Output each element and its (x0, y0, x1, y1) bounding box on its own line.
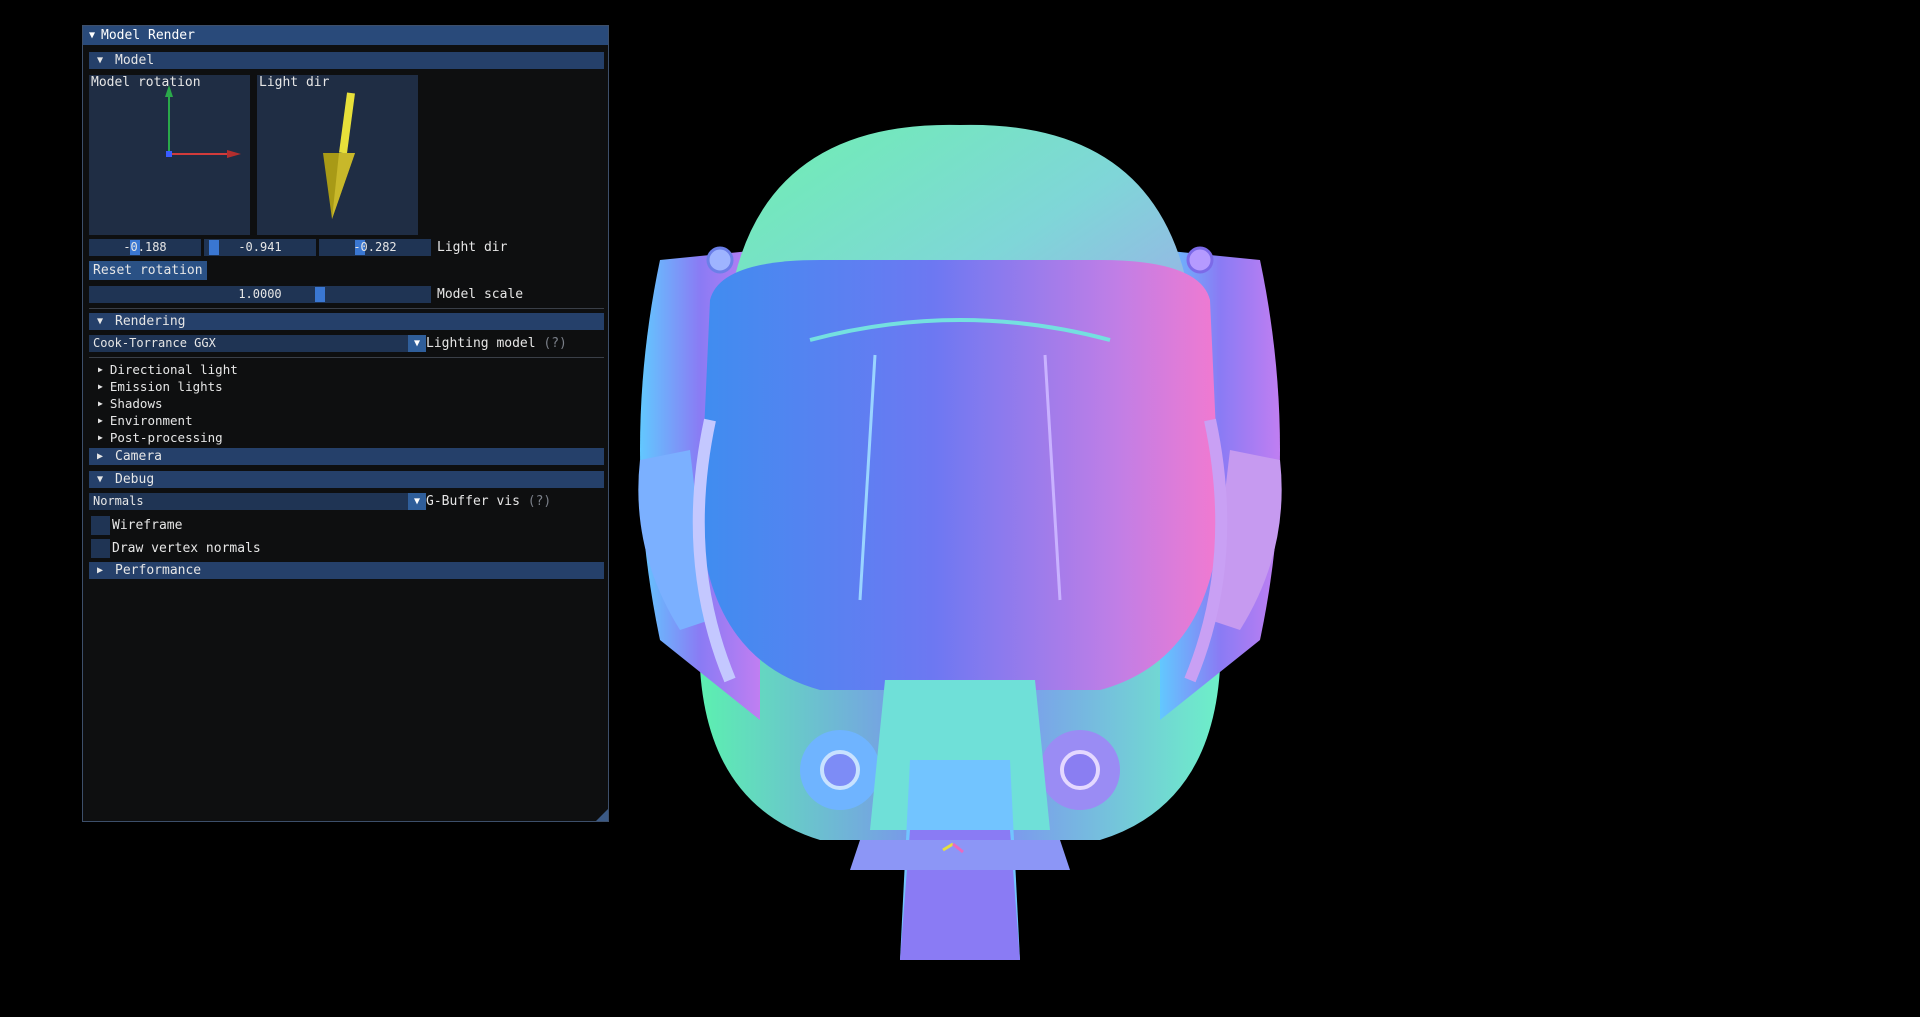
chevron-right-icon: ▶ (98, 399, 103, 408)
lighting-model-select[interactable]: Cook-Torrance GGX ▼ (89, 335, 426, 352)
slider-grab[interactable] (209, 240, 219, 255)
collapse-arrow-icon[interactable]: ▼ (89, 30, 95, 41)
gbuffer-vis-value: Normals (93, 494, 144, 508)
gbuffer-vis-select[interactable]: Normals ▼ (89, 493, 426, 510)
lighting-model-label: Lighting model (?) (426, 336, 567, 351)
section-debug-label: Debug (115, 472, 155, 487)
chevron-right-icon: ▶ (98, 433, 103, 442)
light-dir-x-value: -0.188 (123, 240, 167, 254)
chevron-right-icon: ▶ (98, 365, 103, 374)
divider (89, 357, 604, 358)
reset-rotation-button[interactable]: Reset rotation (89, 261, 207, 280)
section-model-label: Model (115, 53, 155, 68)
chevron-right-icon: ▶ (98, 382, 103, 391)
slider-grab[interactable] (315, 287, 325, 302)
light-dir-label: Light dir (437, 240, 508, 255)
model-scale-value: 1.0000 (238, 287, 282, 301)
section-camera-header[interactable]: ▶ Camera (89, 448, 604, 465)
model-scale-label: Model scale (437, 287, 524, 302)
tree-node-label: Emission lights (109, 379, 223, 394)
chevron-down-icon: ▼ (97, 474, 104, 485)
window-title: Model Render (101, 28, 195, 43)
vertex-normals-label: Draw vertex normals (112, 541, 261, 556)
help-marker[interactable]: (?) (528, 494, 551, 509)
section-model-header[interactable]: ▼ Model (89, 52, 604, 69)
section-debug-header[interactable]: ▼ Debug (89, 471, 604, 488)
chevron-right-icon: ▶ (97, 451, 104, 462)
axes-gizmo-icon (165, 85, 241, 158)
chevron-down-icon[interactable]: ▼ (408, 493, 426, 510)
gbuffer-vis-label: G-Buffer vis (?) (426, 494, 551, 509)
wireframe-checkbox[interactable] (91, 516, 110, 535)
render-viewport[interactable] (620, 100, 1300, 980)
model-rotation-gizmo[interactable]: Model rotation (89, 75, 250, 235)
model-scale-slider[interactable]: 1.0000 (89, 286, 431, 303)
light-dir-gizmo[interactable]: Light dir (257, 75, 418, 235)
chevron-down-icon[interactable]: ▼ (408, 335, 426, 352)
model-render-window[interactable]: ▼ Model Render ▼ Model Model rotation Li… (82, 25, 609, 822)
wireframe-label: Wireframe (112, 518, 183, 533)
tree-node-label: Post-processing (109, 430, 223, 445)
lighting-model-value: Cook-Torrance GGX (93, 336, 216, 350)
light-dir-y-value: -0.941 (238, 240, 282, 254)
chevron-down-icon: ▼ (97, 55, 104, 66)
divider (89, 308, 604, 309)
chevron-right-icon: ▶ (98, 416, 103, 425)
tree-node-directional-light[interactable]: ▶ Directional light (98, 362, 238, 377)
tree-node-shadows[interactable]: ▶ Shadows (98, 396, 163, 411)
lighting-model-text: Lighting model (426, 336, 536, 351)
resize-grip-icon[interactable] (596, 809, 608, 821)
gbuffer-vis-text: G-Buffer vis (426, 494, 520, 509)
tree-node-label: Directional light (109, 362, 238, 377)
chevron-right-icon: ▶ (97, 565, 104, 576)
tree-node-environment[interactable]: ▶ Environment (98, 413, 193, 428)
help-marker[interactable]: (?) (543, 336, 566, 351)
light-arrow-icon (323, 92, 355, 219)
section-performance-header[interactable]: ▶ Performance (89, 562, 604, 579)
light-dir-y-field[interactable]: -0.941 (204, 239, 316, 256)
light-dir-z-field[interactable]: -0.282 (319, 239, 431, 256)
tree-node-post-processing[interactable]: ▶ Post-processing (98, 430, 223, 445)
section-rendering-header[interactable]: ▼ Rendering (89, 313, 604, 330)
section-rendering-label: Rendering (115, 314, 186, 329)
tree-node-emission-lights[interactable]: ▶ Emission lights (98, 379, 223, 394)
light-dir-x-field[interactable]: -0.188 (89, 239, 201, 256)
section-camera-label: Camera (115, 449, 162, 464)
section-performance-label: Performance (115, 563, 202, 578)
vertex-normals-checkbox[interactable] (91, 539, 110, 558)
helmet-model (638, 124, 1282, 960)
tree-node-label: Environment (109, 413, 193, 428)
tree-node-label: Shadows (109, 396, 163, 411)
chevron-down-icon: ▼ (97, 316, 104, 327)
window-title-bar[interactable]: ▼ Model Render (83, 26, 608, 45)
light-dir-z-value: -0.282 (353, 240, 397, 254)
